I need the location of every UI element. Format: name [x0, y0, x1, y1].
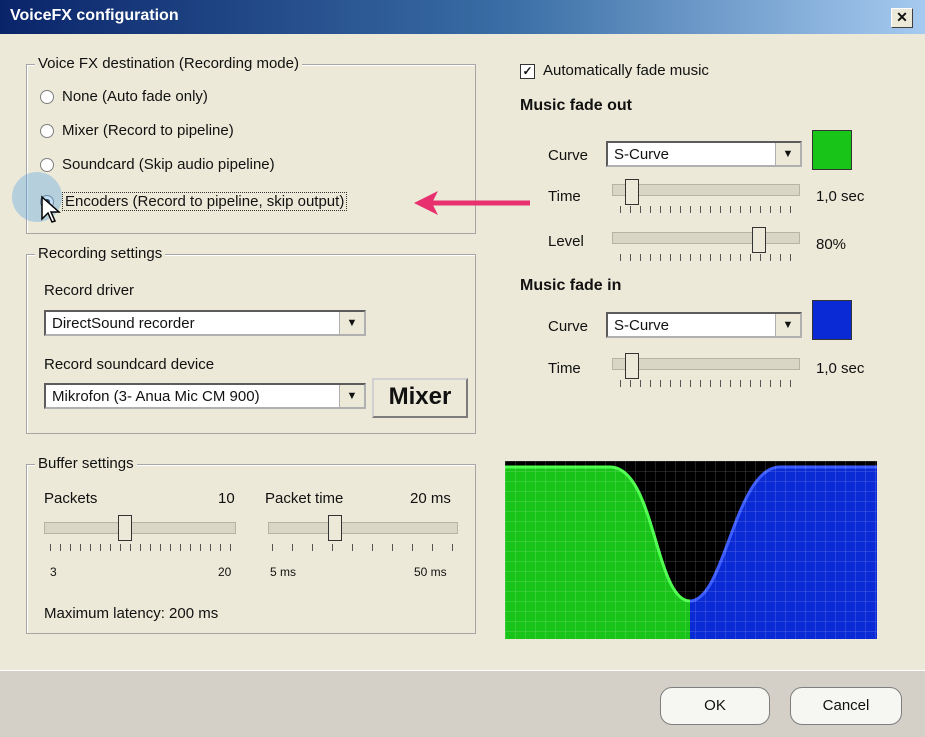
fade-in-curve-select[interactable]: S-Curve ▼ — [606, 312, 802, 338]
chevron-down-icon: ▼ — [339, 385, 364, 407]
fade-out-heading: Music fade out — [520, 97, 633, 114]
fade-out-curve-select[interactable]: S-Curve ▼ — [606, 141, 802, 167]
recording-legend: Recording settings — [35, 245, 166, 262]
destination-legend: Voice FX destination (Recording mode) — [35, 55, 302, 72]
packets-max: 20 — [218, 565, 232, 579]
fade-in-time-slider-track[interactable] — [612, 358, 800, 370]
chevron-down-icon: ▼ — [339, 312, 364, 334]
radio-mixer[interactable]: Mixer (Record to pipeline) — [40, 122, 234, 139]
fade-in-heading: Music fade in — [520, 277, 622, 294]
fade-out-level-slider-thumb[interactable] — [752, 227, 766, 253]
packet-time-slider-thumb[interactable] — [328, 515, 342, 541]
fade-in-curve-value: S-Curve — [614, 317, 670, 334]
radio-icon — [40, 158, 54, 173]
fade-curve-graph — [505, 461, 877, 639]
packet-time-max: 50 ms — [414, 565, 447, 579]
fade-out-curve-preview — [812, 130, 852, 170]
record-device-value: Mikrofon (3- Anua Mic CM 900) — [52, 388, 260, 405]
radio-soundcard-label: Soundcard (Skip audio pipeline) — [62, 156, 275, 173]
radio-icon — [40, 124, 54, 139]
packets-label: Packets — [44, 490, 98, 507]
fade-in-curve-label: Curve — [548, 318, 589, 335]
fade-out-level-ticks — [620, 254, 796, 261]
cancel-button[interactable]: Cancel — [790, 687, 902, 725]
packet-time-min: 5 ms — [270, 565, 297, 579]
radio-encoders-label: Encoders (Record to pipeline, skip outpu… — [62, 192, 348, 211]
fade-out-level-slider-track[interactable] — [612, 232, 800, 244]
fade-in-time-value: 1,0 sec — [816, 360, 865, 377]
packet-time-ticks — [272, 544, 454, 551]
radio-none[interactable]: None (Auto fade only) — [40, 88, 208, 105]
fade-in-time-ticks — [620, 380, 796, 387]
chevron-down-icon: ▼ — [775, 314, 800, 336]
packet-time-slider-track[interactable] — [268, 522, 458, 534]
record-driver-value: DirectSound recorder — [52, 315, 195, 332]
packet-time-label: Packet time — [265, 490, 344, 507]
cursor-icon — [41, 195, 61, 223]
button-bar — [0, 670, 925, 737]
radio-soundcard[interactable]: Soundcard (Skip audio pipeline) — [40, 156, 275, 173]
radio-none-label: None (Auto fade only) — [62, 88, 208, 105]
auto-fade-label: Automatically fade music — [543, 62, 709, 79]
packets-slider-track[interactable] — [44, 522, 236, 534]
radio-icon — [40, 90, 54, 105]
radio-mixer-label: Mixer (Record to pipeline) — [62, 122, 234, 139]
checkmark-icon: ✓ — [520, 63, 535, 79]
fade-out-time-slider-track[interactable] — [612, 184, 800, 196]
packets-ticks — [50, 544, 232, 551]
fade-out-time-slider-thumb[interactable] — [625, 179, 639, 205]
mixer-button[interactable]: Mixer — [372, 378, 468, 418]
auto-fade-checkbox[interactable]: ✓ Automatically fade music — [520, 62, 709, 79]
buffer-legend: Buffer settings — [35, 455, 137, 472]
fade-out-level-value: 80% — [816, 236, 847, 253]
fade-in-time-slider-thumb[interactable] — [625, 353, 639, 379]
ok-button[interactable]: OK — [660, 687, 770, 725]
fade-in-time-label: Time — [548, 360, 581, 377]
record-driver-label: Record driver — [44, 282, 135, 299]
arrow-annotation-icon — [414, 191, 530, 215]
fade-out-time-value: 1,0 sec — [816, 188, 865, 205]
fade-in-curve-preview — [812, 300, 852, 340]
close-icon[interactable]: ✕ — [891, 8, 913, 28]
packets-slider-thumb[interactable] — [118, 515, 132, 541]
fade-out-curve-label: Curve — [548, 147, 589, 164]
record-device-select[interactable]: Mikrofon (3- Anua Mic CM 900) ▼ — [44, 383, 366, 409]
record-driver-select[interactable]: DirectSound recorder ▼ — [44, 310, 366, 336]
fade-out-curve-value: S-Curve — [614, 146, 670, 163]
title-bar: VoiceFX configuration ✕ — [0, 0, 925, 34]
chevron-down-icon: ▼ — [775, 143, 800, 165]
packets-min: 3 — [50, 565, 57, 579]
fade-out-level-label: Level — [548, 233, 584, 250]
radio-encoders[interactable]: Encoders (Record to pipeline, skip outpu… — [40, 192, 348, 211]
max-latency: Maximum latency: 200 ms — [44, 605, 219, 622]
window-title: VoiceFX configuration — [10, 7, 179, 24]
record-device-label: Record soundcard device — [44, 356, 215, 373]
fade-out-time-label: Time — [548, 188, 581, 205]
fade-out-time-ticks — [620, 206, 796, 213]
packets-value: 10 — [218, 490, 235, 507]
packet-time-value: 20 ms — [410, 490, 451, 507]
